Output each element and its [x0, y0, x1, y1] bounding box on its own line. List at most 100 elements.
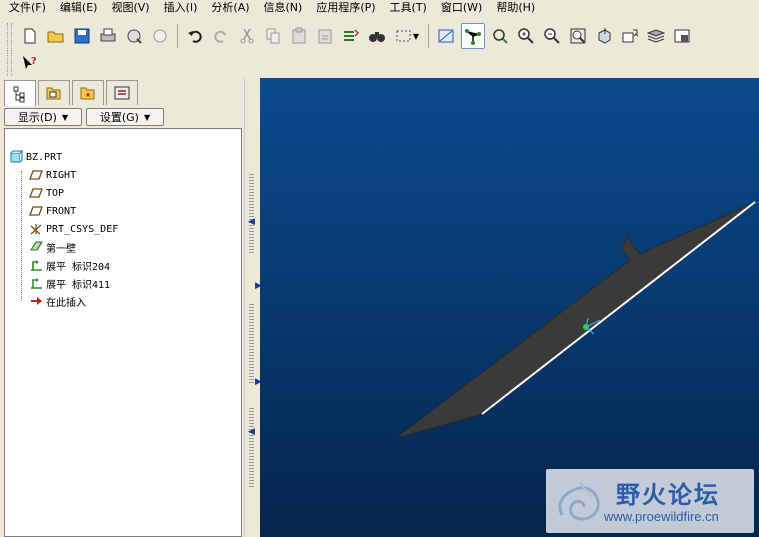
whats-this-icon: ? [23, 56, 37, 69]
regenerate-icon [344, 29, 360, 41]
selected-edge-highlight [481, 201, 756, 415]
refit-button[interactable] [567, 24, 589, 48]
tree-item-front-plane[interactable]: FRONT [29, 203, 76, 219]
unbend-icon [29, 276, 43, 290]
zoom-out-button[interactable] [541, 24, 563, 48]
send-mail-button[interactable] [123, 24, 145, 48]
redo-button[interactable] [210, 24, 232, 48]
paste-special-icon [318, 29, 332, 44]
whats-this-button[interactable]: ? [19, 51, 41, 75]
menu-view[interactable]: 视图(V) [102, 1, 154, 15]
chevron-left-icon[interactable]: ◀ [248, 218, 256, 227]
settings-menu-button[interactable]: 设置(G) ▼ [86, 108, 164, 126]
tree-item-insert-here[interactable]: 在此插入 [29, 293, 86, 309]
refit-icon [570, 28, 586, 44]
model-setup-icon [674, 29, 690, 43]
regenerate-button[interactable] [340, 24, 362, 48]
forum-watermark: 野火论坛 www.proewildfire.cn [546, 469, 754, 533]
tab-folder-browser[interactable] [38, 80, 70, 105]
graphics-viewport[interactable]: 野火论坛 www.proewildfire.cn [260, 78, 759, 537]
splitter-grip[interactable] [249, 174, 254, 254]
chevron-left-icon[interactable]: ◀ [248, 428, 256, 437]
chevron-down-icon: ▼ [143, 112, 151, 122]
datum-plane-icon [438, 29, 454, 43]
zoom-in-icon [518, 28, 534, 44]
menu-applications[interactable]: 应用程序(P) [307, 1, 380, 15]
layers-icon [647, 29, 665, 43]
settings-menu-label: 设置(G) [99, 111, 139, 124]
open-button[interactable] [45, 24, 67, 48]
print-button[interactable] [97, 24, 119, 48]
reorient-button[interactable] [593, 24, 615, 48]
toolbar-separator [177, 24, 178, 48]
favorites-icon [80, 87, 95, 100]
model-setup-button[interactable] [671, 24, 693, 48]
tab-favorites[interactable] [72, 80, 104, 105]
tree-item-unbend-411[interactable]: 展平 标识411 [29, 275, 110, 291]
cut-icon [240, 28, 254, 44]
paste-button[interactable] [288, 24, 310, 48]
tree-item-unbend-204[interactable]: 展平 标识204 [29, 257, 110, 273]
unbend-icon [29, 258, 43, 272]
saved-views-icon [622, 29, 639, 43]
tree-connector-line [21, 171, 22, 301]
tree-item-csys[interactable]: PRT_CSYS_DEF [29, 221, 118, 237]
toolbar-separator [428, 24, 429, 48]
tree-root-part[interactable]: BZ.PRT [9, 149, 62, 165]
tab-model-tree[interactable] [4, 80, 36, 107]
zoom-out-icon [544, 28, 560, 44]
toolbar-grip[interactable] [7, 50, 12, 76]
new-file-button[interactable] [19, 24, 41, 48]
menu-info[interactable]: 信息(N) [255, 1, 308, 15]
spin-center-button[interactable] [461, 23, 485, 49]
paste-special-button[interactable] [314, 24, 336, 48]
show-menu-button[interactable]: 显示(D) ▼ [4, 108, 82, 126]
tree-toolbar: 显示(D) ▼ 设置(G) ▼ [4, 106, 244, 128]
save-button[interactable] [71, 24, 93, 48]
saved-views-button[interactable] [619, 24, 641, 48]
undo-icon [188, 30, 202, 43]
tab-connections[interactable] [106, 80, 138, 105]
show-menu-label: 显示(D) [17, 111, 57, 124]
search-button[interactable] [366, 24, 388, 48]
tree-item-top-plane[interactable]: TOP [29, 185, 64, 201]
layers-button[interactable] [645, 24, 667, 48]
send-mail-icon [127, 29, 142, 44]
coordinate-system-icon [29, 222, 43, 236]
splitter-grip[interactable] [249, 408, 254, 488]
menu-tools[interactable]: 工具(T) [381, 1, 432, 15]
watermark-url: www.proewildfire.cn [604, 509, 719, 524]
undo-button[interactable] [184, 24, 206, 48]
mail-attach-button[interactable] [149, 24, 171, 48]
print-icon [100, 28, 116, 42]
zoom-in-button[interactable] [515, 24, 537, 48]
new-file-icon [24, 28, 36, 44]
model-tree: BZ.PRT RIGHT TOP FRONT PRT_CSYS_DEF 第一壁 … [4, 128, 242, 537]
menu-insert[interactable]: 插入(I) [155, 1, 203, 15]
menu-analysis[interactable]: 分析(A) [202, 1, 254, 15]
menu-edit[interactable]: 编辑(E) [51, 1, 103, 15]
select-box-button[interactable]: ▼ [392, 24, 422, 48]
tree-item-first-wall[interactable]: 第一壁 [29, 239, 76, 255]
menu-window[interactable]: 窗口(W) [432, 1, 487, 15]
insert-here-arrow-icon [29, 294, 43, 308]
model-tree-icon [13, 86, 25, 103]
tree-node-label: 在此插入 [46, 297, 86, 309]
pane-splitter[interactable]: ◀ ▶ ▶ ◀ [244, 78, 262, 537]
menu-help[interactable]: 帮助(H) [487, 1, 540, 15]
datum-display-button[interactable] [435, 24, 457, 48]
cut-button[interactable] [236, 24, 258, 48]
tree-item-right-plane[interactable]: RIGHT [29, 167, 76, 183]
flame-logo-icon [558, 480, 600, 521]
open-folder-icon [47, 31, 64, 43]
binoculars-icon [369, 32, 385, 42]
splitter-grip[interactable] [249, 304, 254, 384]
tree-node-label: RIGHT [46, 169, 77, 181]
menu-file[interactable]: 文件(F) [0, 1, 51, 15]
copy-button[interactable] [262, 24, 284, 48]
sheetmetal-wall-icon [29, 240, 43, 254]
connections-icon [114, 86, 130, 100]
toolbar-grip[interactable] [7, 23, 12, 49]
orient-mode-button[interactable] [489, 24, 511, 48]
copy-icon [266, 28, 280, 44]
